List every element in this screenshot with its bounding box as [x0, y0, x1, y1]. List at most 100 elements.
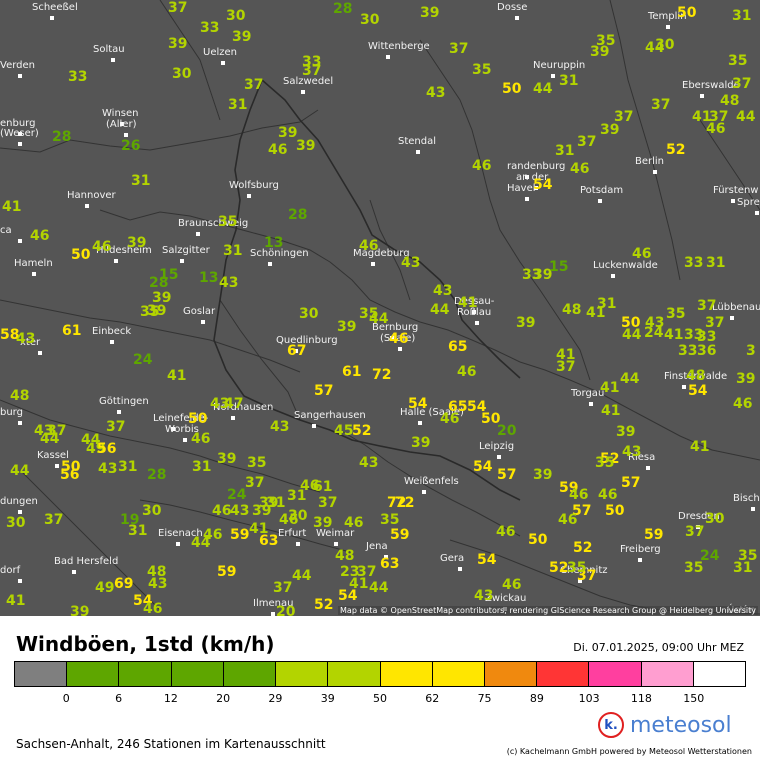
station-value[interactable]: 24 [644, 325, 663, 341]
station-value[interactable]: 52 [549, 560, 568, 576]
station-value[interactable]: 39 [420, 5, 439, 21]
station-value[interactable]: 39 [232, 29, 251, 45]
station-value[interactable]: 44 [430, 302, 449, 318]
station-value[interactable]: 39 [313, 515, 332, 531]
station-value[interactable]: 52 [352, 423, 371, 439]
station-value[interactable]: 31 [732, 8, 751, 24]
station-value[interactable]: 31 [287, 488, 306, 504]
station-value[interactable]: 48 [10, 388, 29, 404]
station-value[interactable]: 50 [677, 5, 696, 21]
station-value[interactable]: 46 [143, 601, 162, 616]
station-value[interactable]: 43 [622, 444, 641, 460]
station-value[interactable]: 41 [167, 368, 186, 384]
station-value[interactable]: 30 [288, 508, 307, 524]
station-value[interactable]: 39 [411, 435, 430, 451]
station-value[interactable]: 46 [30, 228, 49, 244]
station-value[interactable]: 46 [457, 364, 476, 380]
station-value[interactable]: 26 [121, 138, 140, 154]
station-value[interactable]: 30 [226, 8, 245, 24]
station-value[interactable]: 46 [359, 238, 378, 254]
station-value[interactable]: 44 [620, 371, 639, 387]
station-value[interactable]: 28 [52, 129, 71, 145]
station-value[interactable]: 37 [697, 298, 716, 314]
station-value[interactable]: 20 [497, 423, 516, 439]
station-value[interactable]: 33 [684, 255, 703, 271]
station-value[interactable]: 54 [533, 177, 552, 193]
station-value[interactable]: 37 [244, 77, 263, 93]
station-value[interactable]: 20 [276, 604, 295, 616]
station-value[interactable]: 52 [573, 540, 592, 556]
station-value[interactable]: 59 [230, 527, 249, 543]
station-value[interactable]: 39 [736, 371, 755, 387]
station-value[interactable]: 43 [148, 576, 167, 592]
station-value[interactable]: 46 [502, 577, 521, 593]
station-value[interactable]: 30 [142, 503, 161, 519]
station-value[interactable]: 33 [678, 343, 697, 359]
station-value[interactable]: 41 [2, 199, 21, 215]
station-value[interactable]: 41 [690, 439, 709, 455]
station-value[interactable]: 35 [472, 62, 491, 78]
station-value[interactable]: 63 [259, 533, 278, 549]
meteosol-logo[interactable]: k. meteosol [598, 712, 732, 738]
station-value[interactable]: 30 [299, 306, 318, 322]
station-value[interactable]: 46 [706, 121, 725, 137]
station-value[interactable]: 43 [16, 331, 35, 347]
station-value[interactable]: 67 [287, 343, 306, 359]
station-value[interactable]: 30 [705, 511, 724, 527]
station-value[interactable]: 33 [68, 69, 87, 85]
station-value[interactable]: 48 [686, 368, 705, 384]
station-value[interactable]: 35 [684, 560, 703, 576]
station-value[interactable]: 37 [732, 76, 751, 92]
station-value[interactable]: 31 [223, 243, 242, 259]
station-value[interactable]: 63 [380, 556, 399, 572]
station-value[interactable]: 44 [40, 431, 59, 447]
station-value[interactable]: 37 [685, 524, 704, 540]
station-value[interactable]: 43 [474, 588, 493, 604]
station-value[interactable]: 59 [644, 527, 663, 543]
station-value[interactable]: 28 [147, 467, 166, 483]
station-value[interactable]: 35 [218, 214, 237, 230]
station-value[interactable]: 35 [567, 560, 586, 576]
station-value[interactable]: 46 [440, 411, 459, 427]
station-value[interactable]: 13 [264, 235, 283, 251]
station-value[interactable]: 47 [224, 396, 243, 412]
station-value[interactable]: 15 [549, 259, 568, 275]
station-value[interactable]: 61 [62, 323, 81, 339]
station-value[interactable]: 54 [473, 459, 492, 475]
station-value[interactable]: 43 [230, 503, 249, 519]
station-value[interactable]: 39 [296, 138, 315, 154]
station-value[interactable]: 44 [533, 81, 552, 97]
station-value[interactable]: 48 [562, 302, 581, 318]
station-value[interactable]: 43 [359, 455, 378, 471]
station-value[interactable]: 37 [245, 475, 264, 491]
station-value[interactable]: 43 [98, 461, 117, 477]
station-value[interactable]: 28 [333, 1, 352, 17]
station-value[interactable]: 31 [555, 143, 574, 159]
station-value[interactable]: 46 [569, 487, 588, 503]
station-value[interactable]: 37 [106, 419, 125, 435]
station-value[interactable]: 59 [217, 564, 236, 580]
station-value[interactable]: 46 [472, 158, 491, 174]
station-value[interactable]: 69 [114, 576, 133, 592]
station-value[interactable]: 37 [577, 134, 596, 150]
station-value[interactable]: 52 [314, 597, 333, 613]
station-value[interactable]: 39 [70, 604, 89, 616]
station-value[interactable]: 41 [664, 327, 683, 343]
map-attribution[interactable]: Map data © OpenStreetMap contributors, r… [338, 606, 758, 615]
station-value[interactable]: 37 [302, 63, 321, 79]
station-value[interactable]: 46 [496, 524, 515, 540]
station-value[interactable]: 39 [600, 122, 619, 138]
station-value[interactable]: 49 [95, 580, 114, 596]
station-value[interactable]: 39 [147, 303, 166, 319]
station-value[interactable]: 44 [369, 580, 388, 596]
station-value[interactable]: 39 [278, 125, 297, 141]
station-value[interactable]: 24 [133, 352, 152, 368]
station-value[interactable]: 43 [426, 85, 445, 101]
station-value[interactable]: 46 [632, 246, 651, 262]
station-value[interactable]: 50 [188, 411, 207, 427]
station-value[interactable]: 72 [395, 495, 414, 511]
station-value[interactable]: 56 [97, 441, 116, 457]
station-value[interactable]: 31 [192, 459, 211, 475]
station-value[interactable]: 44 [369, 311, 388, 327]
station-value[interactable]: 57 [621, 475, 640, 491]
